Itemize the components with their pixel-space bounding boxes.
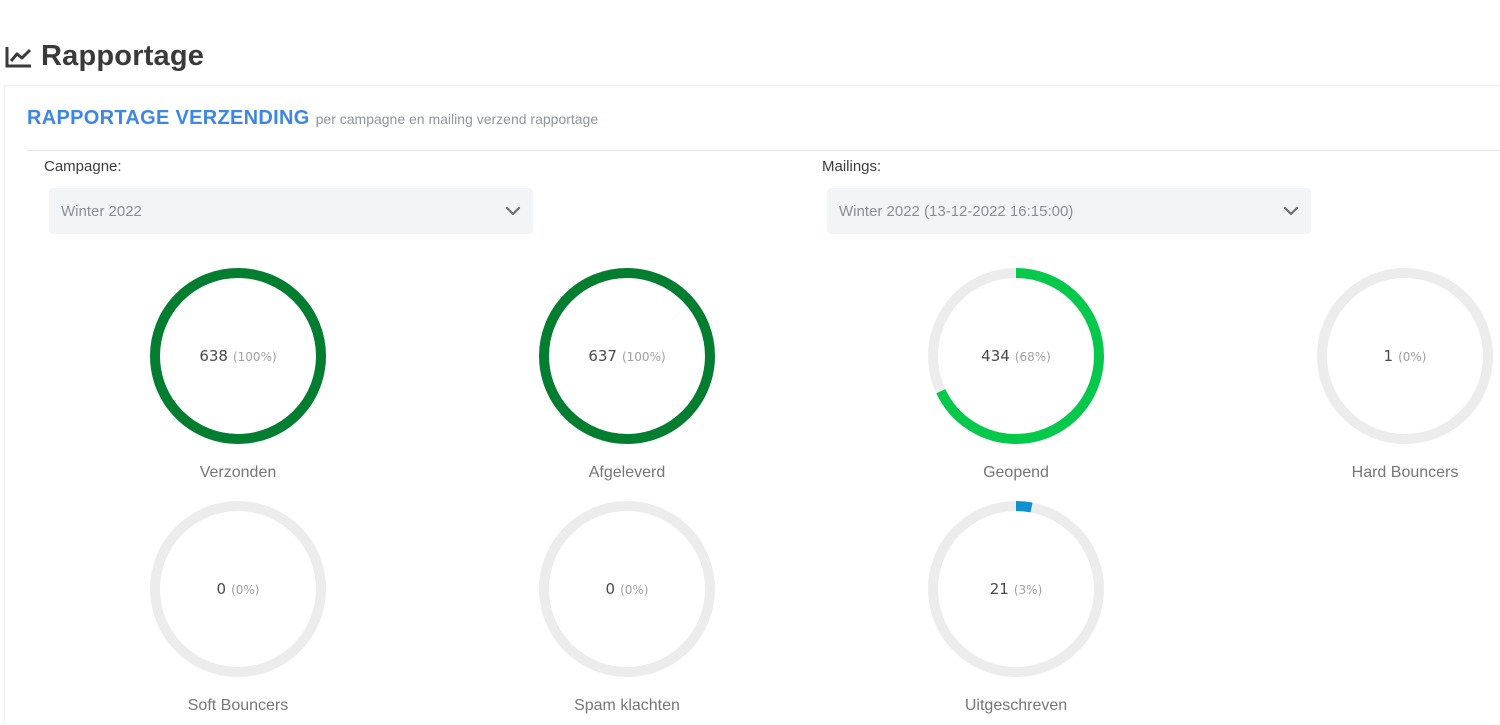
gauge-verzonden: 638 (100%) Verzonden bbox=[148, 266, 328, 482]
gauge-label: Soft Bouncers bbox=[187, 697, 289, 714]
donut-chart: 0 (0%) bbox=[150, 501, 326, 677]
gauge-value-text: 0 (0%) bbox=[606, 580, 649, 598]
gauge-percent: (68%) bbox=[1015, 350, 1051, 364]
gauge-label: Uitgeschreven bbox=[964, 697, 1068, 714]
report-panel: RAPPORTAGE VERZENDING per campagne en ma… bbox=[4, 85, 1500, 725]
gauge-value-text: 434 (68%) bbox=[981, 347, 1051, 365]
page-heading: Rapportage bbox=[5, 40, 204, 73]
gauge-geopend: 434 (68%) Geopend bbox=[926, 266, 1106, 482]
gauge-value-text: 638 (100%) bbox=[199, 347, 276, 365]
donut-chart: 637 (100%) bbox=[539, 268, 715, 444]
gauge-spam-klachten: 0 (0%) Spam klachten bbox=[537, 499, 717, 715]
page-title: Rapportage bbox=[41, 40, 205, 72]
gauge-label: Afgeleverd bbox=[588, 464, 666, 481]
gauge-value-text: 1 (0%) bbox=[1384, 347, 1427, 365]
mailings-label: Mailings: bbox=[822, 158, 882, 175]
gauge-value: 434 bbox=[981, 347, 1010, 365]
line-chart-icon bbox=[5, 46, 32, 67]
gauge-label: Spam klachten bbox=[574, 697, 680, 714]
donut-chart: 434 (68%) bbox=[928, 268, 1104, 444]
gauge-soft-bouncers: 0 (0%) Soft Bouncers bbox=[148, 499, 328, 715]
donut-chart: 1 (0%) bbox=[1317, 268, 1493, 444]
campaign-select[interactable]: Winter 2022 bbox=[49, 188, 533, 234]
gauge-label: Geopend bbox=[983, 464, 1049, 481]
gauge-value-text: 21 (3%) bbox=[990, 580, 1043, 598]
gauge-value: 637 bbox=[588, 347, 617, 365]
gauge-value: 0 bbox=[606, 580, 616, 598]
gauge-value-text: 637 (100%) bbox=[588, 347, 665, 365]
campaign-select-value: Winter 2022 bbox=[61, 202, 142, 220]
gauge-uitgeschreven: 21 (3%) Uitgeschreven bbox=[926, 499, 1106, 715]
mailings-select[interactable]: Winter 2022 (13-12-2022 16:15:00) bbox=[827, 188, 1311, 234]
panel-header: RAPPORTAGE VERZENDING per campagne en ma… bbox=[27, 107, 598, 130]
gauge-percent: (100%) bbox=[622, 350, 666, 364]
gauge-percent: (0%) bbox=[231, 583, 259, 597]
gauge-percent: (3%) bbox=[1014, 583, 1042, 597]
gauge-value: 21 bbox=[990, 580, 1009, 598]
gauge-value: 638 bbox=[199, 347, 228, 365]
gauge-label: Verzonden bbox=[199, 464, 277, 481]
donut-chart: 0 (0%) bbox=[539, 501, 715, 677]
gauge-value: 0 bbox=[217, 580, 227, 598]
donut-chart: 638 (100%) bbox=[150, 268, 326, 444]
chevron-down-icon bbox=[1283, 206, 1299, 216]
gauge-label: Hard Bouncers bbox=[1351, 464, 1459, 481]
gauge-afgeleverd: 637 (100%) Afgeleverd bbox=[537, 266, 717, 482]
divider bbox=[27, 150, 1500, 151]
gauge-value-text: 0 (0%) bbox=[217, 580, 260, 598]
gauge-percent: (100%) bbox=[233, 350, 277, 364]
gauge-value: 1 bbox=[1384, 347, 1394, 365]
panel-subtitle: per campagne en mailing verzend rapporta… bbox=[315, 111, 599, 127]
gauge-percent: (0%) bbox=[620, 583, 648, 597]
gauge-percent: (0%) bbox=[1398, 350, 1426, 364]
campaign-label: Campagne: bbox=[44, 158, 122, 175]
mailings-select-value: Winter 2022 (13-12-2022 16:15:00) bbox=[839, 202, 1074, 220]
donut-chart: 21 (3%) bbox=[928, 501, 1104, 677]
gauge-hard-bouncers: 1 (0%) Hard Bouncers bbox=[1315, 266, 1495, 482]
chevron-down-icon bbox=[505, 206, 521, 216]
panel-title: RAPPORTAGE VERZENDING bbox=[27, 107, 310, 129]
